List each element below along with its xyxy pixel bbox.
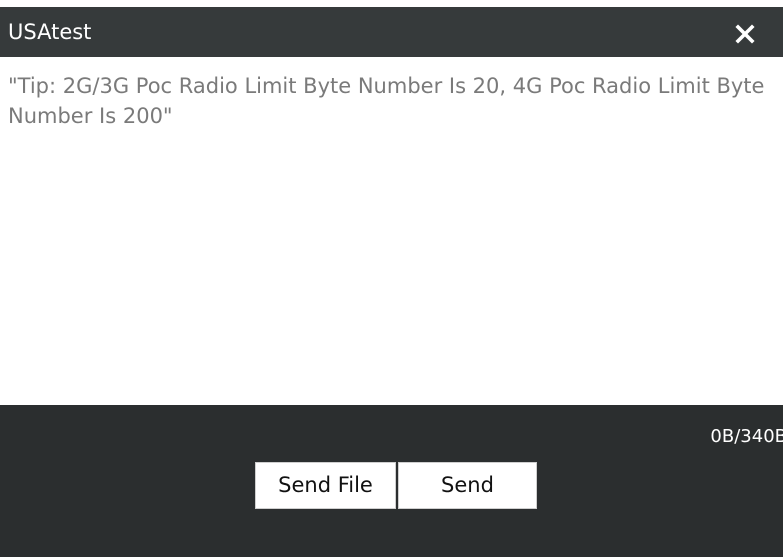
message-dialog: USAtest "Tip: 2G/3G Poc Radio Limit Byte… (0, 0, 783, 557)
close-button[interactable] (727, 14, 763, 50)
byte-counter: 0B/340B (710, 426, 783, 447)
title-bar: USAtest (0, 7, 783, 57)
message-input[interactable]: "Tip: 2G/3G Poc Radio Limit Byte Number … (8, 71, 768, 131)
send-button[interactable]: Send (398, 462, 537, 509)
send-file-button[interactable]: Send File (255, 462, 396, 509)
bottom-bar: 0B/340B Send File Send (0, 405, 783, 557)
window-title: USAtest (8, 20, 92, 44)
message-area[interactable]: "Tip: 2G/3G Poc Radio Limit Byte Number … (0, 57, 783, 405)
close-icon (735, 24, 755, 44)
top-strip (0, 0, 783, 7)
